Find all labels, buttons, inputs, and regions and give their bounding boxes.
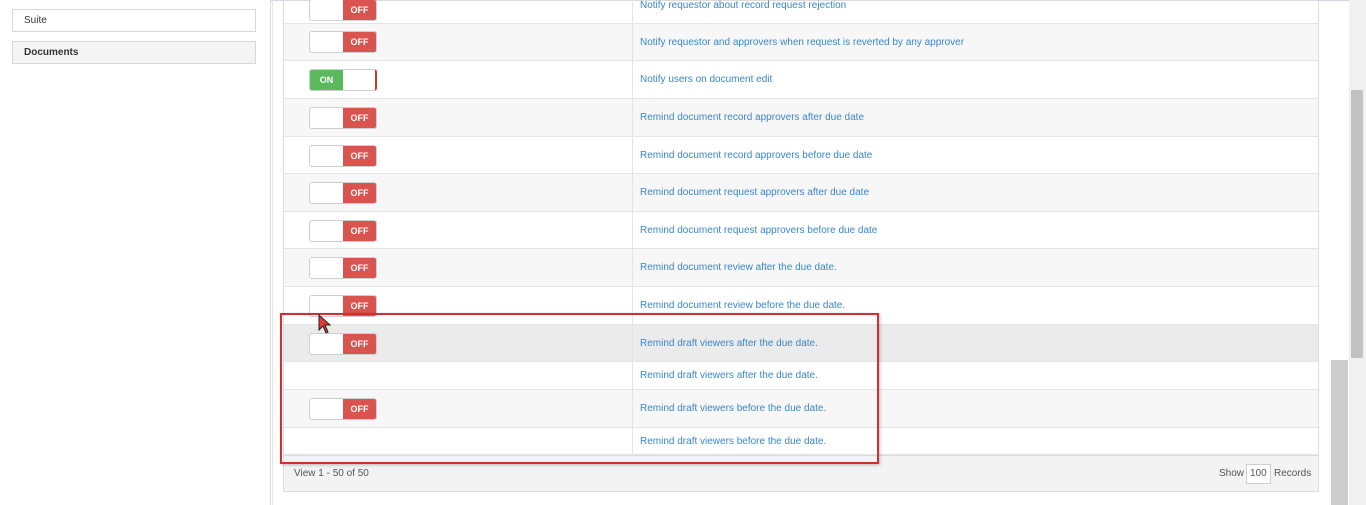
table-row: Remind draft viewers before the due date… [284, 428, 1318, 455]
toggle-on-label: ON [310, 70, 343, 90]
setting-description[interactable]: Notify requestor and approvers when requ… [640, 24, 964, 60]
toggle-cell [284, 362, 633, 389]
toggle-cell: OFF [284, 0, 633, 23]
table-row: OFF Remind document review after the due… [284, 249, 1318, 287]
toggle-off-label: OFF [343, 399, 376, 419]
table-row: OFF Remind document review before the du… [284, 287, 1318, 325]
toggle-cell: OFF [284, 325, 633, 361]
setting-description[interactable]: Remind document request approvers before… [640, 212, 877, 248]
table-row: OFF Notify requestor and approvers when … [284, 24, 1318, 61]
setting-description[interactable]: Remind document record approvers before … [640, 137, 872, 173]
setting-toggle[interactable]: OFF [309, 107, 377, 129]
toggle-off-label: OFF [343, 296, 376, 316]
setting-description[interactable]: Remind document review before the due da… [640, 287, 845, 324]
notification-settings-grid: OFF Notify requestor about record reques… [283, 0, 1319, 492]
show-label: Show [1219, 468, 1245, 479]
sidebar-divider [270, 0, 271, 505]
toggle-cell [284, 428, 633, 454]
toggle-off-label: OFF [343, 32, 376, 52]
toggle-cell: ON [284, 61, 633, 98]
sidebar-item-suite[interactable]: Suite [12, 9, 256, 32]
toggle-cell: OFF [284, 137, 633, 173]
table-row: OFF Notify requestor about record reques… [284, 0, 1318, 24]
setting-description[interactable]: Remind draft viewers after the due date. [640, 325, 818, 361]
setting-description[interactable]: Remind document record approvers after d… [640, 99, 864, 136]
table-row: OFF Remind draft viewers before the due … [284, 390, 1318, 428]
setting-toggle[interactable]: OFF [309, 145, 377, 167]
setting-description[interactable]: Remind draft viewers before the due date… [640, 390, 826, 427]
sidebar-item-documents[interactable]: Documents [12, 41, 256, 64]
setting-toggle[interactable]: OFF [309, 182, 377, 204]
toggle-off-label: OFF [343, 221, 376, 241]
setting-toggle[interactable]: ON [309, 69, 377, 91]
toggle-cell: OFF [284, 249, 633, 286]
setting-toggle[interactable]: OFF [309, 31, 377, 53]
setting-toggle[interactable]: OFF [309, 0, 377, 21]
toggle-cell: OFF [284, 24, 633, 60]
grid-pager: View 1 - 50 of 50 Show 100 Records [284, 455, 1318, 491]
mouse-cursor-icon [318, 313, 332, 337]
toggle-cell: OFF [284, 99, 633, 136]
toggle-off-label: OFF [343, 0, 376, 20]
record-count-text: View 1 - 50 of 50 [294, 468, 369, 479]
setting-toggle[interactable]: OFF [309, 220, 377, 242]
page-size-input[interactable]: 100 [1246, 464, 1271, 484]
toggle-off-label: OFF [343, 146, 376, 166]
setting-description[interactable]: Remind draft viewers before the due date… [640, 428, 826, 454]
table-row: OFF Remind document record approvers aft… [284, 99, 1318, 137]
scrollbar-thumb[interactable] [1351, 90, 1363, 358]
table-row: OFF Remind document request approvers be… [284, 212, 1318, 249]
toggle-off-label: OFF [343, 334, 376, 354]
setting-description[interactable]: Remind draft viewers after the due date. [640, 362, 818, 389]
setting-toggle[interactable]: OFF [309, 257, 377, 279]
setting-description[interactable]: Notify users on document edit [640, 61, 772, 98]
toggle-cell: OFF [284, 287, 633, 324]
setting-description[interactable]: Remind document review after the due dat… [640, 249, 837, 286]
inner-scrollbar-thumb[interactable] [1331, 360, 1348, 505]
table-row: ON Notify users on document edit [284, 61, 1318, 99]
sidebar-divider-secondary [272, 0, 273, 505]
records-label: Records [1274, 468, 1312, 479]
table-row: OFF Remind draft viewers after the due d… [284, 325, 1318, 362]
toggle-off-label: OFF [343, 258, 376, 278]
table-row: OFF Remind document record approvers bef… [284, 137, 1318, 174]
table-row: OFF Remind document request approvers af… [284, 174, 1318, 212]
toggle-cell: OFF [284, 390, 633, 427]
toggle-cell: OFF [284, 174, 633, 211]
setting-toggle[interactable]: OFF [309, 398, 377, 420]
sidebar: Suite Documents [0, 0, 270, 505]
setting-description[interactable]: Remind document request approvers after … [640, 174, 869, 211]
table-row: Remind draft viewers after the due date. [284, 362, 1318, 390]
toggle-cell: OFF [284, 212, 633, 248]
toggle-off-label: OFF [343, 108, 376, 128]
toggle-off-label: OFF [343, 183, 376, 203]
